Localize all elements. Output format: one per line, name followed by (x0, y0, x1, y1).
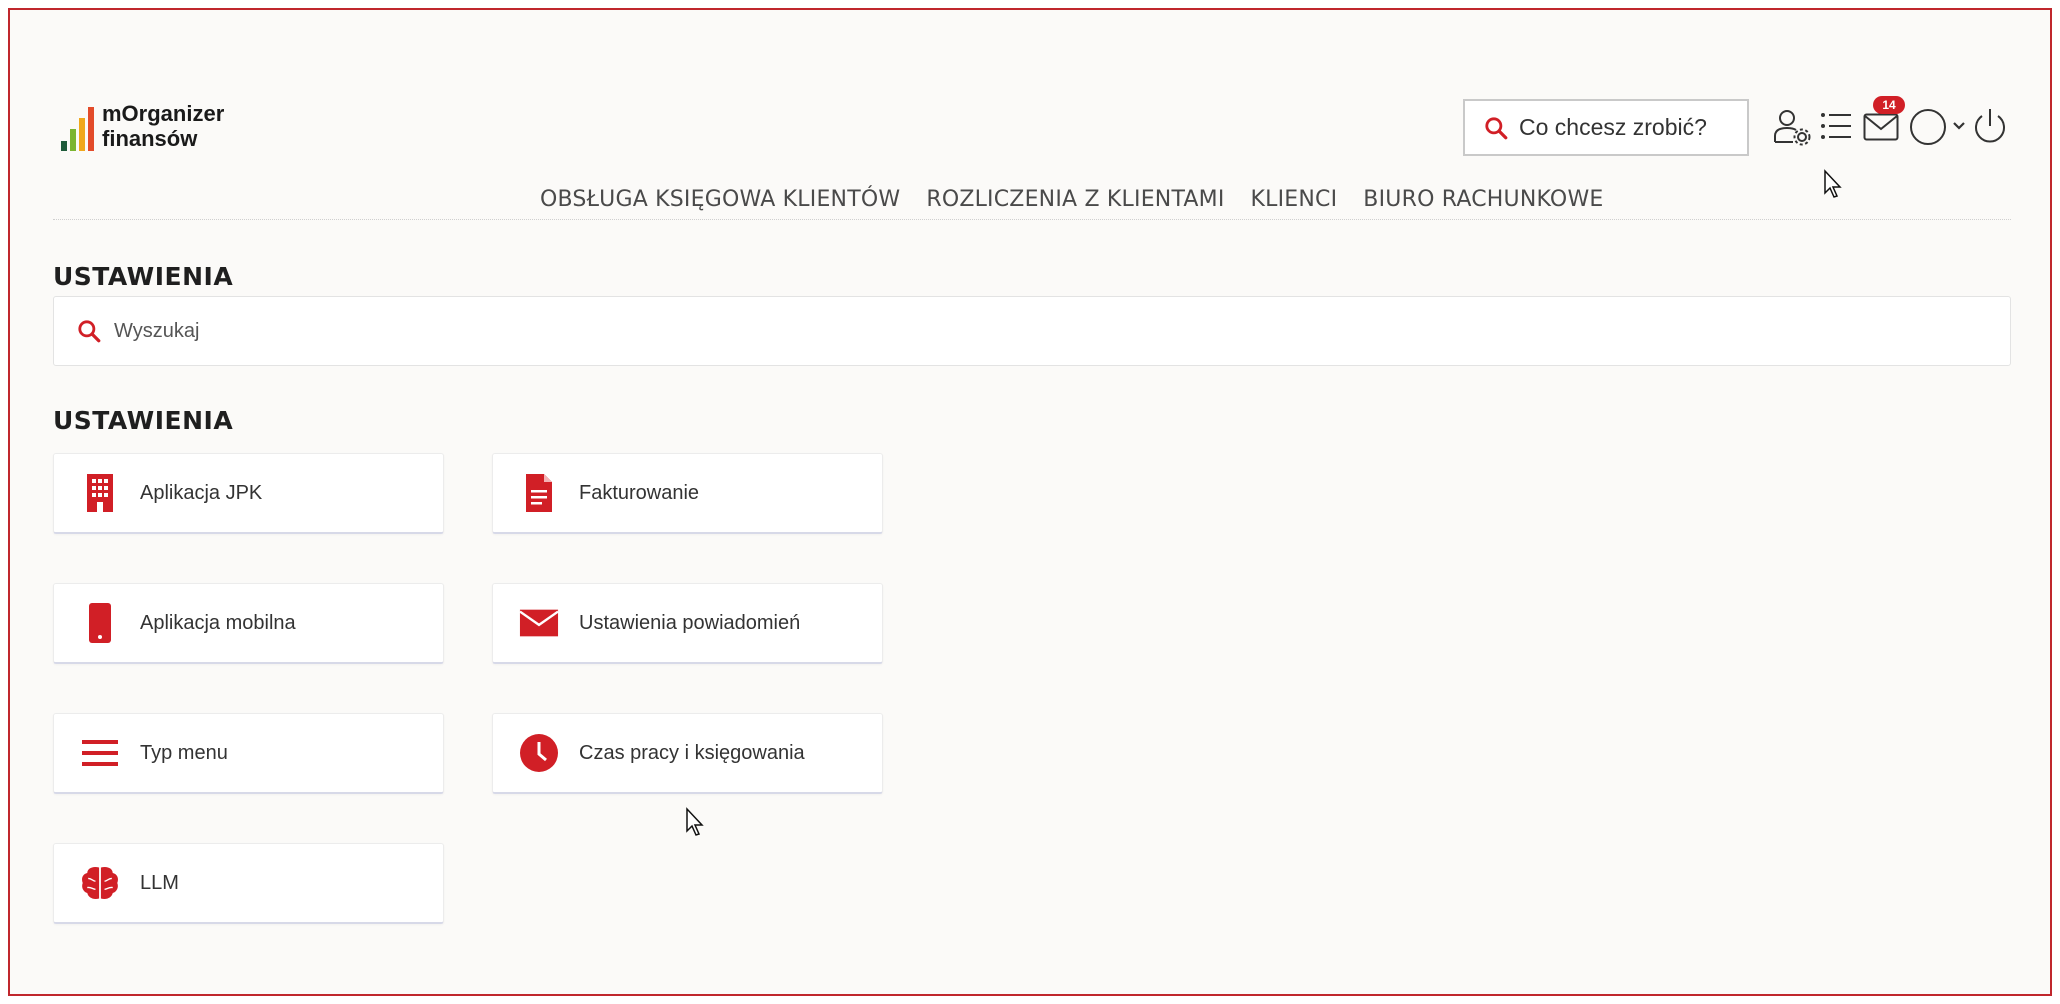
tile-label: Typ menu (140, 741, 228, 764)
tile-label: Czas pracy i księgowania (579, 741, 805, 764)
settings-search-input[interactable] (114, 319, 914, 343)
tile-aplikacja-jpk[interactable]: Aplikacja JPK (53, 453, 444, 534)
main-nav: OBSŁUGA KSIĘGOWA KLIENTÓW ROZLICZENIA Z … (540, 187, 1604, 212)
menu-icon (82, 740, 118, 766)
tile-fakturowanie[interactable]: Fakturowanie (492, 453, 883, 534)
quick-action-search[interactable]: Co chcesz zrobić? (1463, 99, 1749, 156)
phone-icon (89, 603, 111, 643)
nav-divider (53, 219, 2011, 220)
tile-aplikacja-mobilna[interactable]: Aplikacja mobilna (53, 583, 444, 664)
chevron-down-icon[interactable] (1952, 120, 1966, 132)
section-title: USTAWIENIA (53, 406, 234, 435)
search-icon (78, 320, 101, 343)
tile-ustawienia-powiadomien[interactable]: Ustawienia powiadomień (492, 583, 883, 664)
quick-action-search-label: Co chcesz zrobić? (1519, 114, 1707, 140)
nav-item-obsluga[interactable]: OBSŁUGA KSIĘGOWA KLIENTÓW (540, 187, 900, 212)
settings-search[interactable] (53, 296, 2011, 366)
notifications-badge: 14 (1873, 96, 1905, 114)
brain-icon (82, 866, 118, 900)
tile-llm[interactable]: LLM (53, 843, 444, 924)
mail-icon[interactable] (1863, 113, 1899, 141)
document-icon (526, 474, 552, 512)
mouse-pointer-icon (1824, 169, 1842, 198)
envelope-icon (519, 609, 559, 637)
user-settings-icon[interactable] (1773, 108, 1813, 146)
brand-logo[interactable]: mOrganizer finansów (61, 101, 224, 151)
list-icon[interactable] (1820, 111, 1852, 141)
tile-czas-pracy[interactable]: Czas pracy i księgowania (492, 713, 883, 794)
brand-line2: finansów (102, 126, 198, 151)
nav-item-biuro[interactable]: BIURO RACHUNKOWE (1363, 187, 1603, 212)
tile-label: LLM (140, 871, 179, 894)
mouse-pointer-icon (686, 807, 704, 836)
tile-label: Fakturowanie (579, 481, 700, 504)
brand-line1: mOrganizer (102, 101, 225, 126)
building-icon (87, 474, 113, 512)
tile-label: Aplikacja mobilna (140, 611, 296, 634)
power-icon[interactable] (1972, 106, 2008, 146)
page-title: USTAWIENIA (53, 262, 234, 291)
brand-name: mOrganizer finansów (102, 101, 224, 151)
search-icon (1485, 116, 1508, 139)
clock-icon (520, 734, 558, 772)
avatar-icon[interactable] (1909, 107, 1949, 147)
logo-bars-icon (61, 107, 94, 151)
nav-item-rozliczenia[interactable]: ROZLICZENIA Z KLIENTAMI (926, 187, 1224, 212)
nav-item-klienci[interactable]: KLIENCI (1251, 187, 1338, 212)
tile-label: Ustawienia powiadomień (579, 611, 801, 634)
tile-typ-menu[interactable]: Typ menu (53, 713, 444, 794)
tile-label: Aplikacja JPK (140, 481, 263, 504)
